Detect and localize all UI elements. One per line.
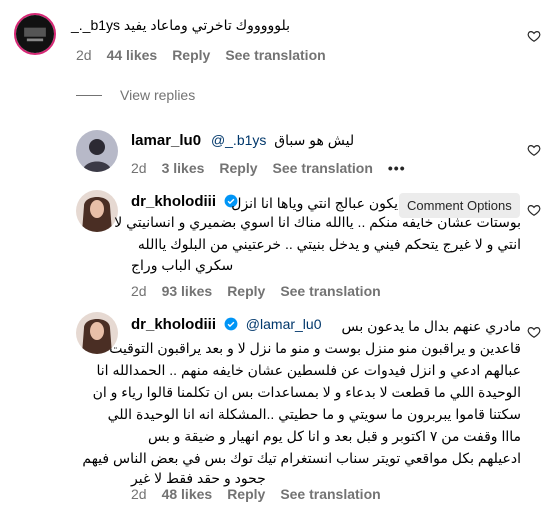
avatar-image xyxy=(16,15,54,53)
comment-line: مادري عنهم بدال ما يدعون بس xyxy=(341,318,521,334)
comment-text: ليش هو سباق xyxy=(274,132,355,148)
comment-line: مااا وقفت من ٧ اكتوبر و قبل بعد و انا كل… xyxy=(148,428,521,444)
comment-username[interactable]: dr_kholodiii xyxy=(131,316,216,333)
avatar[interactable] xyxy=(76,130,118,172)
comment-body: lamar_lu0 @_.b1ys ليش هو سباق xyxy=(131,131,354,150)
reply-button[interactable]: Reply xyxy=(227,283,265,299)
replies-divider xyxy=(76,94,102,96)
like-heart-icon[interactable] xyxy=(527,29,541,43)
comment-line: انتي و لا غيرج يتحكم فيني و يدخل بنيتي .… xyxy=(137,236,521,252)
comment-line: سكتنا قاموا يبربرون ما سويتي و ما حطيتي … xyxy=(107,406,521,422)
see-translation-button[interactable]: See translation xyxy=(280,283,380,299)
likes-count[interactable]: 48 likes xyxy=(162,486,213,502)
reply-button[interactable]: Reply xyxy=(172,47,210,63)
comment-time[interactable]: 2d xyxy=(76,47,92,63)
comment-time[interactable]: 2d xyxy=(131,486,147,502)
avatar[interactable] xyxy=(76,190,118,232)
comment-mention[interactable]: @_.b1ys xyxy=(211,132,266,148)
likes-count[interactable]: 93 likes xyxy=(162,283,213,299)
comment-username[interactable]: dr_kholodiii xyxy=(131,193,216,210)
comment-meta: 2d 44 likes Reply See translation xyxy=(76,47,341,63)
comment-line: قاعدين و يراقبون منو منزل بوست و منو ما … xyxy=(109,340,521,356)
comment-line: الوحيدة اللي ما قطعت لا بدعاء و لا بمساع… xyxy=(92,384,521,400)
comment-mention[interactable]: @lamar_lu0 xyxy=(246,316,322,332)
likes-count[interactable]: 3 likes xyxy=(162,160,205,176)
comment-options-tooltip: Comment Options xyxy=(399,193,520,218)
comment-time[interactable]: 2d xyxy=(131,160,147,176)
avatar-image xyxy=(76,190,118,232)
reply-button[interactable]: Reply xyxy=(227,486,265,502)
comment-line: سكري الباب وراج xyxy=(131,257,234,273)
view-replies-label: View replies xyxy=(120,87,196,103)
comment-line: ادعيلهم بكل مواقعي تويتر سناب انستغرام ت… xyxy=(82,450,521,466)
like-heart-icon[interactable] xyxy=(527,325,541,339)
comment-username[interactable]: lamar_lu0 xyxy=(131,132,201,149)
comment-line: يكون عبالج انتي وياها انا انزل xyxy=(231,195,398,211)
see-translation-button[interactable]: See translation xyxy=(280,486,380,502)
view-replies-button[interactable]: View replies xyxy=(76,87,195,103)
avatar[interactable] xyxy=(14,13,56,55)
comment-time[interactable]: 2d xyxy=(131,283,147,299)
comment-line: جحود و حقد فقط لا غير xyxy=(131,470,266,486)
comment-text: بلوووووك تاخرتي وماعاد يفيد b1ys_._ xyxy=(71,17,290,33)
see-translation-button[interactable]: See translation xyxy=(225,47,325,63)
verified-badge-icon xyxy=(224,317,238,331)
comment-options-button[interactable]: ••• xyxy=(388,160,406,176)
comment-meta: 2d 48 likes Reply See translation xyxy=(131,486,396,502)
avatar-image xyxy=(76,130,118,172)
comment-header: dr_kholodiii @lamar_lu0 xyxy=(131,315,321,334)
comment-line: عبالهم ادعي و انزل فيدوات عن فلسطين عشان… xyxy=(96,362,521,378)
like-heart-icon[interactable] xyxy=(527,143,541,157)
comment-meta: 2d 93 likes Reply See translation xyxy=(131,283,396,299)
comment-meta: 2d 3 likes Reply See translation ••• xyxy=(131,160,421,176)
likes-count[interactable]: 44 likes xyxy=(107,47,158,63)
see-translation-button[interactable]: See translation xyxy=(273,160,373,176)
like-heart-icon[interactable] xyxy=(527,203,541,217)
reply-button[interactable]: Reply xyxy=(219,160,257,176)
